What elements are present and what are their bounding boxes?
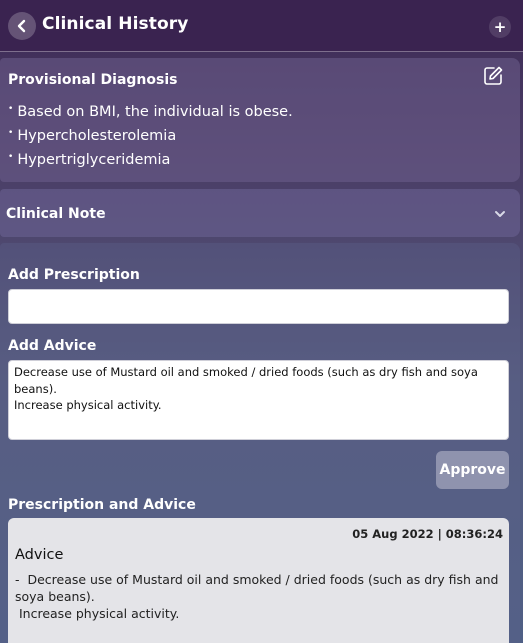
chevron-down-icon (495, 211, 505, 217)
add-button[interactable]: + (489, 16, 511, 38)
prescription-advice-title: Prescription and Advice (8, 497, 196, 513)
add-advice-label: Add Advice (8, 338, 97, 354)
list-item: • Based on BMI, the individual is obese. (8, 104, 293, 120)
prescription-input[interactable] (8, 289, 509, 324)
advice-textarea[interactable]: Decrease use of Mustard oil and smoked /… (8, 360, 509, 440)
back-button[interactable] (8, 12, 36, 40)
add-prescription-label: Add Prescription (8, 267, 140, 283)
entry-timestamp: 05 Aug 2022 | 08:36:24 (352, 527, 503, 541)
page-title: Clinical History (42, 14, 189, 34)
approve-button[interactable]: Approve (436, 451, 509, 489)
app-header: Clinical History + (0, 0, 523, 52)
diagnosis-list: • Based on BMI, the individual is obese. … (8, 100, 293, 172)
prescription-advice-entry: 05 Aug 2022 | 08:36:24 Advice - Decrease… (8, 518, 509, 643)
advice-text: - Decrease use of Mustard oil and smoked… (15, 572, 499, 621)
chevron-left-icon (17, 19, 26, 33)
provisional-diagnosis-title: Provisional Diagnosis (8, 72, 178, 88)
provisional-diagnosis-card: Provisional Diagnosis • Based on BMI, the… (0, 58, 520, 182)
list-item: • Hypercholesterolemia (8, 128, 177, 144)
clinical-note-label: Clinical Note (6, 206, 106, 222)
advice-heading: Advice (15, 547, 64, 563)
clinical-note-accordion[interactable]: Clinical Note (0, 189, 520, 237)
list-item: • Hypertriglyceridemia (8, 152, 171, 168)
edit-icon[interactable] (482, 65, 504, 87)
